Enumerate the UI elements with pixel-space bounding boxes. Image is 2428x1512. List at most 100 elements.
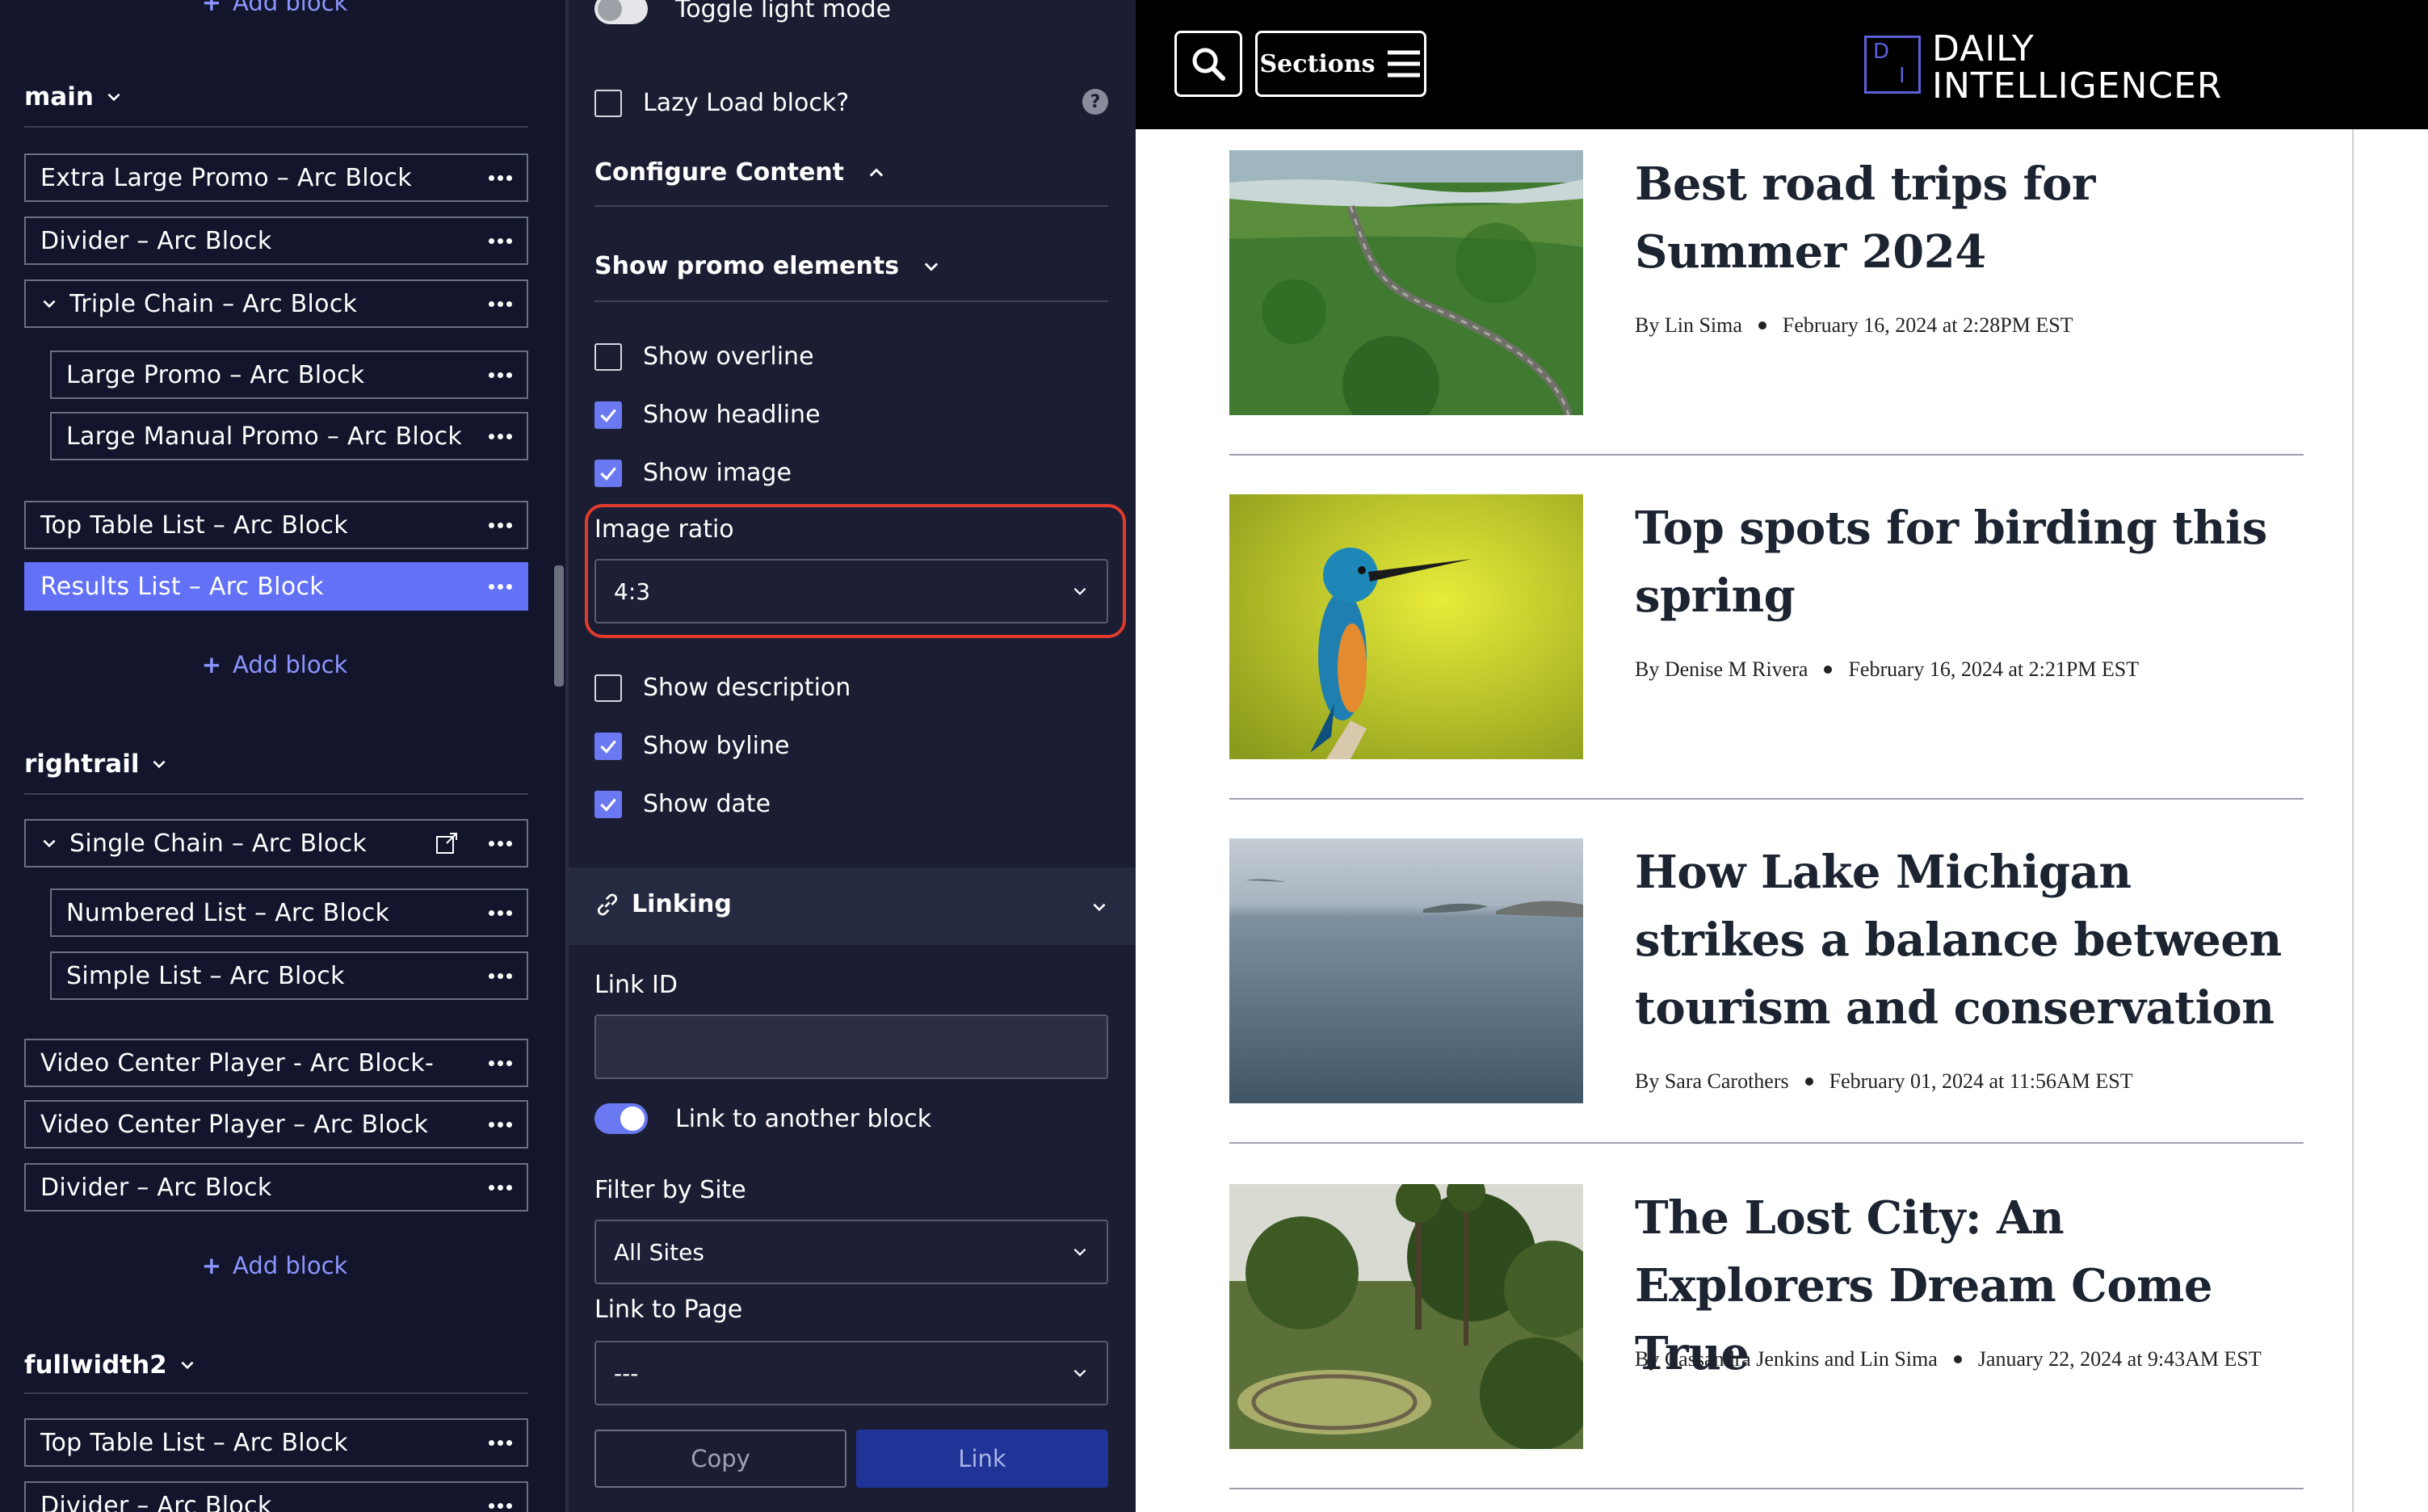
chevron-down-icon[interactable] — [40, 834, 58, 852]
show-overline-row[interactable]: Show overline — [594, 342, 814, 371]
add-block-button[interactable]: + Add block — [0, 0, 549, 16]
link-id-input[interactable] — [594, 1014, 1108, 1079]
add-block-button[interactable]: + Add block — [0, 651, 549, 678]
jungle-ruins-photo[interactable] — [1229, 1184, 1583, 1449]
bullet-icon — [1804, 1077, 1813, 1086]
chevron-down-icon — [1073, 1369, 1086, 1377]
kingfisher-photo[interactable] — [1229, 494, 1583, 759]
lake-photo[interactable] — [1229, 838, 1583, 1103]
more-options-icon[interactable] — [489, 840, 512, 846]
winding-road-photo[interactable] — [1229, 150, 1583, 415]
link-to-another-block-toggle[interactable] — [594, 1103, 648, 1134]
child-block-item[interactable]: Numbered List – Arc Block — [50, 888, 528, 937]
site-logo[interactable]: DAILY INTELLIGENCER — [1932, 31, 2222, 105]
article-byline: By Sara Carothers February 01, 2024 at 11… — [1635, 1069, 2133, 1093]
plus-icon: + — [201, 1252, 221, 1279]
site-header: Sections D I DAILY INTELLIGENCER — [1136, 0, 2428, 129]
block-item[interactable]: Divider – Arc Block — [24, 216, 528, 265]
content-border — [2352, 129, 2354, 1512]
link-to-page-select[interactable]: --- — [594, 1341, 1108, 1405]
filter-by-site-label: Filter by Site — [594, 1176, 746, 1204]
more-options-icon[interactable] — [489, 522, 512, 528]
block-item[interactable]: Divider – Arc Block — [24, 1163, 528, 1212]
show-promo-elements-header[interactable]: Show promo elements — [594, 252, 941, 280]
article-headline[interactable]: Top spots for birding this spring — [1635, 494, 2297, 630]
show-description-checkbox[interactable] — [594, 674, 622, 702]
block-settings-panel: Toggle light mode Lazy Load block? ? Con… — [569, 0, 1136, 1512]
scrollbar-thumb[interactable] — [554, 565, 564, 687]
section-fullwidth2-header[interactable]: fullwidth2 — [24, 1350, 196, 1380]
more-options-icon[interactable] — [489, 174, 512, 181]
light-mode-toggle[interactable] — [594, 0, 648, 24]
more-options-icon[interactable] — [489, 1121, 512, 1128]
add-block-button[interactable]: + Add block — [0, 1252, 549, 1279]
copy-button[interactable]: Copy — [594, 1430, 846, 1488]
block-item-expandable[interactable]: Triple Chain – Arc Block — [24, 279, 528, 328]
child-block-item[interactable]: Large Manual Promo – Arc Block — [50, 412, 528, 460]
more-options-icon[interactable] — [489, 433, 512, 439]
block-item-expandable[interactable]: Single Chain – Arc Block — [24, 819, 528, 867]
block-tree-panel: + Add block main Extra Large Promo – Arc … — [0, 0, 565, 1512]
show-date-checkbox[interactable] — [594, 790, 622, 818]
section-main-header[interactable]: main — [24, 82, 123, 111]
filter-by-site-select[interactable]: All Sites — [594, 1220, 1108, 1284]
linking-header[interactable]: Linking — [594, 890, 732, 918]
chevron-up-icon — [869, 167, 884, 177]
show-headline-checkbox[interactable] — [594, 401, 622, 429]
lazy-load-checkbox[interactable] — [594, 89, 622, 117]
block-item-selected[interactable]: Results List – Arc Block — [24, 562, 528, 611]
more-options-icon[interactable] — [489, 909, 512, 916]
divider — [24, 1392, 528, 1394]
configure-content-header[interactable]: Configure Content — [594, 158, 886, 187]
divider — [24, 126, 528, 128]
more-options-icon[interactable] — [489, 1060, 512, 1066]
more-options-icon[interactable] — [489, 300, 512, 307]
highlight-annotation — [585, 504, 1126, 638]
more-options-icon[interactable] — [489, 372, 512, 378]
block-item[interactable]: Top Table List – Arc Block — [24, 501, 528, 549]
show-overline-checkbox[interactable] — [594, 342, 622, 371]
more-options-icon[interactable] — [489, 1502, 512, 1509]
article-headline[interactable]: Best road trips for Summer 2024 — [1635, 150, 2297, 286]
block-item[interactable]: Video Center Player – Arc Block — [24, 1100, 528, 1149]
show-byline-row[interactable]: Show byline — [594, 732, 789, 760]
article-byline: By Lin Sima February 16, 2024 at 2:28PM E… — [1635, 313, 2073, 337]
logo-mark[interactable]: D I — [1864, 36, 1921, 94]
more-options-icon[interactable] — [489, 1439, 512, 1446]
more-options-icon[interactable] — [489, 1184, 512, 1191]
block-item[interactable]: Video Center Player - Arc Block- — [24, 1039, 528, 1087]
chevron-down-icon — [107, 93, 120, 102]
section-rightrail-header[interactable]: rightrail — [24, 750, 168, 779]
link-to-another-block-row[interactable]: Link to another block — [594, 1103, 931, 1134]
show-description-row[interactable]: Show description — [594, 674, 851, 702]
more-options-icon[interactable] — [489, 237, 512, 244]
chevron-down-icon — [1073, 1248, 1086, 1256]
link-icon — [597, 893, 618, 915]
bullet-icon — [1758, 321, 1766, 330]
show-image-row[interactable]: Show image — [594, 459, 792, 487]
child-block-item[interactable]: Large Promo – Arc Block — [50, 351, 528, 399]
sections-button[interactable]: Sections — [1255, 31, 1426, 97]
show-headline-row[interactable]: Show headline — [594, 401, 821, 429]
show-byline-checkbox[interactable] — [594, 732, 622, 760]
article-divider — [1229, 798, 2304, 800]
help-icon[interactable]: ? — [1082, 89, 1108, 115]
lazy-load-row[interactable]: Lazy Load block? — [594, 89, 849, 117]
toggle-light-mode-row[interactable]: Toggle light mode — [594, 0, 891, 24]
more-options-icon[interactable] — [489, 972, 512, 979]
link-button[interactable]: Link — [856, 1430, 1108, 1488]
more-options-icon[interactable] — [489, 583, 512, 590]
block-item[interactable]: Divider – Arc Block — [24, 1481, 528, 1512]
block-item[interactable]: Top Table List – Arc Block — [24, 1418, 528, 1467]
external-link-icon[interactable] — [434, 830, 460, 856]
article-headline[interactable]: How Lake Michigan strikes a balance betw… — [1635, 838, 2297, 1042]
child-block-item[interactable]: Simple List – Arc Block — [50, 951, 528, 1000]
chevron-down-icon[interactable] — [40, 295, 58, 313]
show-date-row[interactable]: Show date — [594, 790, 771, 818]
article-divider — [1229, 1488, 2304, 1489]
checkmark-icon — [600, 739, 616, 754]
block-item[interactable]: Extra Large Promo – Arc Block — [24, 153, 528, 202]
search-button[interactable] — [1174, 31, 1242, 97]
chevron-down-icon[interactable] — [1090, 898, 1108, 916]
show-image-checkbox[interactable] — [594, 459, 622, 487]
